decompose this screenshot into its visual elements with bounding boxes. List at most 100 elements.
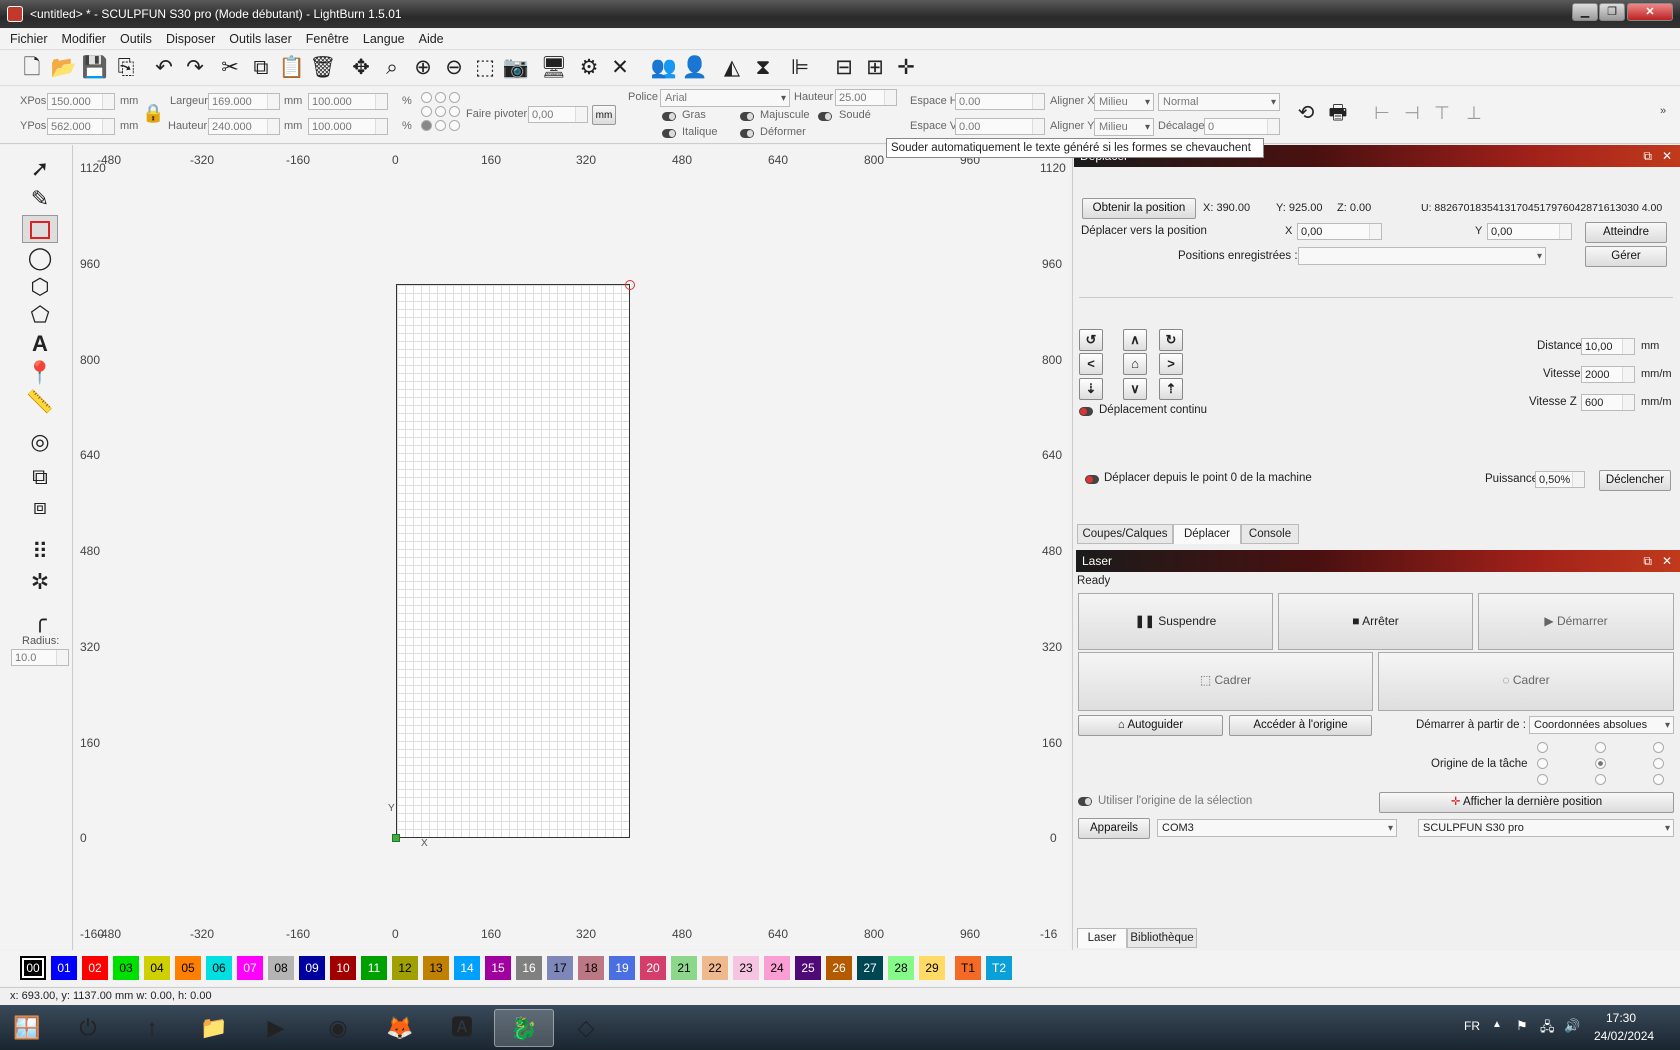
volume-icon[interactable]: 🔊	[1564, 1018, 1580, 1034]
aligny-select[interactable]: Milieu	[1094, 118, 1154, 136]
camera-icon[interactable]: 📷	[502, 54, 530, 82]
from-zero-toggle[interactable]	[1085, 475, 1099, 484]
explorer-icon[interactable]: 📁	[184, 1009, 244, 1047]
power-app-icon[interactable]: ⏻	[58, 1009, 118, 1047]
new-file-icon[interactable]: 🗋	[18, 54, 46, 82]
color-swatch[interactable]: T1	[955, 956, 981, 980]
minimize-button[interactable]: ▁	[1572, 3, 1598, 21]
alignx-select[interactable]: Milieu	[1094, 93, 1154, 111]
color-swatch[interactable]: 13	[423, 956, 449, 980]
mm-unit-button[interactable]: mm	[592, 105, 616, 125]
color-swatch[interactable]: 22	[702, 956, 728, 980]
design-canvas[interactable]: -480 -320 -160 0 160 320 480 640 800 960…	[74, 145, 1070, 950]
distribute-h-icon[interactable]: ⊟	[830, 54, 858, 82]
italic-toggle[interactable]	[662, 129, 676, 138]
scale-w-input[interactable]: 100.000	[308, 93, 388, 110]
close-panel-icon[interactable]: ✕	[1662, 550, 1672, 572]
network-icon[interactable]: 🖧	[1540, 1018, 1555, 1040]
text-app-icon[interactable]: 🅰	[432, 1009, 492, 1047]
frame-button[interactable]: ⬚ Cadrer	[1078, 652, 1373, 711]
work-area-grid[interactable]	[396, 284, 630, 838]
color-swatch[interactable]: 11	[361, 956, 387, 980]
devices-button[interactable]: Appareils	[1078, 818, 1150, 839]
go-to-origin-button[interactable]: Accéder à l'origine	[1229, 715, 1372, 736]
tray-expand-icon[interactable]: ▲	[1492, 1019, 1502, 1030]
color-swatch[interactable]: 25	[795, 956, 821, 980]
distort-toggle[interactable]	[740, 129, 754, 138]
pen-icon[interactable]: ✎	[22, 185, 58, 213]
clock-time[interactable]: 17:30	[1606, 1011, 1636, 1025]
flag-icon[interactable]: ⚑	[1516, 1018, 1528, 1034]
font-select[interactable]: Arial	[660, 89, 790, 107]
save-icon[interactable]: 💾	[81, 54, 109, 82]
color-swatch[interactable]: 12	[392, 956, 418, 980]
scale-h-input[interactable]: 100.000	[308, 118, 388, 135]
align-icon-4[interactable]: ⊥	[1460, 99, 1488, 127]
text-mode-select[interactable]: Normal	[1158, 93, 1280, 111]
show-last-position-button[interactable]: ✛ Afficher la dernière position	[1379, 792, 1674, 813]
weld-toggle[interactable]	[818, 112, 832, 121]
anchor-grid[interactable]	[421, 92, 463, 134]
tab-move[interactable]: Déplacer	[1173, 524, 1241, 544]
color-swatch[interactable]: 24	[764, 956, 790, 980]
settings-icon[interactable]: ⚙	[575, 54, 603, 82]
shape-icon[interactable]: ⬠	[22, 301, 58, 329]
delete-icon[interactable]: 🗑	[309, 54, 337, 82]
rotate-cw-icon[interactable]: ↻	[1159, 329, 1183, 351]
fire-button[interactable]: Déclencher	[1599, 470, 1671, 491]
color-swatch[interactable]: 29	[919, 956, 945, 980]
tab-laser[interactable]: Laser	[1077, 928, 1127, 948]
color-swatch[interactable]: 01	[51, 956, 77, 980]
corner-radius-icon[interactable]: ╭	[22, 606, 58, 634]
port-select[interactable]: COM3	[1157, 819, 1397, 837]
menu-fenetre[interactable]: Fenêtre	[299, 29, 356, 46]
move-icon[interactable]: ✥	[347, 54, 375, 82]
menu-outils-laser[interactable]: Outils laser	[222, 29, 299, 46]
hspace-input[interactable]: 0.00	[955, 93, 1045, 110]
font-height-input[interactable]: 25.00	[835, 89, 897, 106]
saved-positions-select[interactable]	[1298, 247, 1546, 265]
rotate-input[interactable]: 0,00	[528, 106, 588, 123]
language-indicator[interactable]: FR	[1464, 1019, 1480, 1033]
circular-array-icon[interactable]: ✲	[22, 568, 58, 596]
menu-disposer[interactable]: Disposer	[159, 29, 222, 46]
center-icon[interactable]: ✛	[892, 54, 920, 82]
color-swatch[interactable]: 09	[299, 956, 325, 980]
color-swatch[interactable]: 08	[268, 956, 294, 980]
menu-langue[interactable]: Langue	[356, 29, 412, 46]
zoom-in-icon[interactable]: ⊕	[409, 54, 437, 82]
z-down-icon[interactable]: ⇣	[1079, 378, 1103, 400]
menu-aide[interactable]: Aide	[412, 29, 451, 46]
height-input[interactable]: 240.000	[208, 118, 280, 135]
color-swatch[interactable]: 26	[826, 956, 852, 980]
distribute-v-icon[interactable]: ⊞	[861, 54, 889, 82]
ellipse-icon[interactable]: ◯	[22, 244, 58, 272]
boolean-union-icon[interactable]: ⧉	[22, 463, 58, 491]
polygon-icon[interactable]: ⬡	[22, 273, 58, 301]
start-orb-icon[interactable]: 🪟	[2, 1009, 52, 1047]
offset-tool-icon[interactable]: ◎	[22, 428, 58, 456]
stop-button[interactable]: ■ Arrêter	[1278, 593, 1473, 650]
color-swatch[interactable]: 02	[82, 956, 108, 980]
float-panel-icon[interactable]: ⧉	[1643, 145, 1652, 167]
home-button[interactable]: ⌂ Autoguider	[1078, 715, 1223, 736]
color-swatch[interactable]: 28	[888, 956, 914, 980]
radius-input[interactable]: 10.0	[11, 649, 69, 666]
convert-path-icon[interactable]: ⟲	[1292, 99, 1320, 127]
rectangle-tool-icon[interactable]	[22, 215, 58, 243]
overflow-chevron-icon[interactable]: »	[1660, 105, 1666, 117]
lock-icon[interactable]: 🔒	[142, 103, 164, 124]
redo-icon[interactable]: ↷	[181, 54, 209, 82]
offset-input[interactable]: 0	[1204, 118, 1280, 135]
start-button[interactable]: ▶ Démarrer	[1478, 593, 1674, 650]
chrome-icon[interactable]: ◉	[308, 1009, 368, 1047]
firefox-icon[interactable]: 🦊	[370, 1009, 430, 1047]
undo-icon[interactable]: ↶	[150, 54, 178, 82]
close-button[interactable]: ✕	[1627, 3, 1673, 21]
text-tool-icon[interactable]: A	[22, 330, 58, 358]
distance-input[interactable]: 10,00	[1581, 338, 1635, 355]
group-icon[interactable]: 👥	[650, 54, 678, 82]
align-icon-3[interactable]: ⊤	[1428, 99, 1456, 127]
jog-left-icon[interactable]: <	[1079, 353, 1103, 375]
goto-button[interactable]: Atteindre	[1585, 222, 1667, 243]
